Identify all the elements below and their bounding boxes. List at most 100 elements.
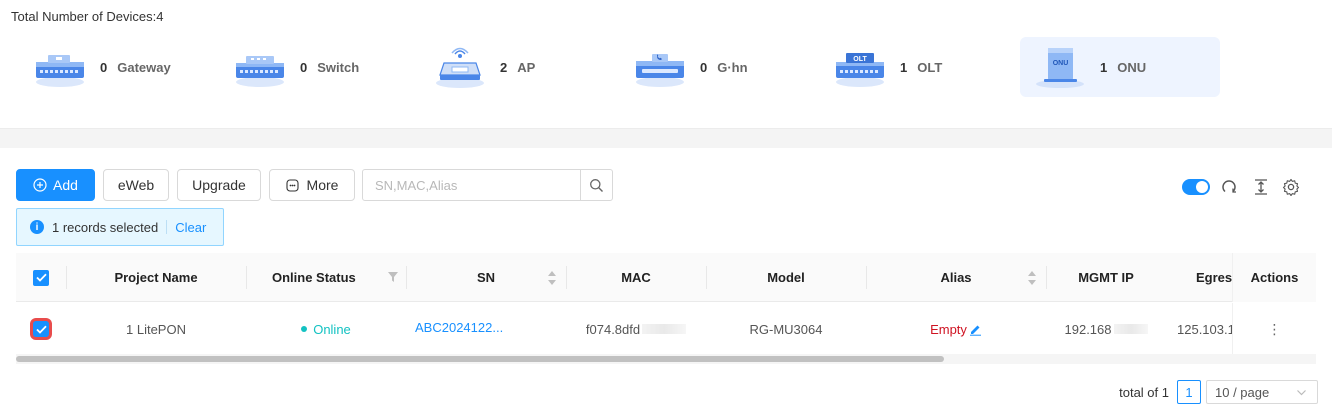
horizontal-scrollbar[interactable] bbox=[16, 354, 1316, 364]
col-alias-label: Alias bbox=[940, 270, 972, 285]
pagination-total: total of 1 bbox=[1119, 384, 1169, 400]
cell-sn-link[interactable]: ABC2024122... bbox=[406, 303, 566, 355]
upgrade-button-label: Upgrade bbox=[192, 177, 246, 193]
edit-pencil-icon[interactable] bbox=[969, 323, 982, 336]
cell-mgmt-ip: 192.168 bbox=[1046, 303, 1166, 355]
chevron-down-icon bbox=[1296, 386, 1307, 401]
switch-label: Switch bbox=[317, 59, 360, 75]
mac-text: f074.8dfd bbox=[585, 321, 641, 337]
cell-mac: f074.8dfd bbox=[566, 303, 706, 355]
col-actions: Actions bbox=[1232, 253, 1316, 302]
device-summary-panel: Total Number of Devices:4 0 Gateway 0 Sw… bbox=[0, 0, 1332, 128]
online-status-dot bbox=[301, 326, 308, 332]
device-card-ghn[interactable]: 0 G·hn bbox=[620, 37, 820, 97]
sort-icon[interactable] bbox=[548, 270, 556, 286]
eweb-button[interactable]: eWeb bbox=[103, 169, 169, 201]
col-project-name: Project Name bbox=[114, 270, 198, 285]
device-card-gateway[interactable]: 0 Gateway bbox=[20, 37, 220, 97]
ghn-device-icon bbox=[632, 45, 692, 89]
gateway-count: 0 bbox=[100, 59, 108, 75]
switch-device-icon bbox=[232, 45, 292, 89]
col-egress: Egres bbox=[1196, 270, 1232, 285]
col-alias: Alias bbox=[866, 253, 1046, 302]
more-button[interactable]: More bbox=[269, 169, 355, 201]
total-devices-label: Total Number of Devices:4 bbox=[11, 9, 164, 24]
cell-egress: 125.103.1 bbox=[1177, 321, 1232, 337]
more-dots-icon bbox=[285, 178, 299, 192]
col-sn: SN bbox=[406, 253, 566, 302]
toolbar: Add eWeb Upgrade More SN,MAC,Alias bbox=[16, 169, 1316, 201]
pagination: total of 1 1 10 / page bbox=[1119, 380, 1318, 404]
selection-alert: i 1 records selected Clear bbox=[16, 208, 224, 246]
check-icon bbox=[35, 273, 47, 282]
sort-icon[interactable] bbox=[1028, 270, 1036, 286]
section-divider bbox=[0, 128, 1332, 148]
page-button-1[interactable]: 1 bbox=[1177, 380, 1201, 404]
col-mac: MAC bbox=[621, 270, 651, 285]
onu-count: 1 bbox=[1100, 59, 1108, 75]
col-online-status-label: Online Status bbox=[272, 270, 356, 285]
add-button[interactable]: Add bbox=[16, 169, 95, 201]
device-card-olt[interactable]: OLT 1 OLT bbox=[820, 37, 1020, 97]
alias-text: Empty bbox=[930, 321, 967, 337]
view-toggle-switch[interactable] bbox=[1182, 179, 1210, 195]
filter-icon[interactable] bbox=[388, 272, 398, 282]
onu-label: ONU bbox=[1117, 59, 1147, 75]
onu-device-icon: ONU bbox=[1032, 45, 1092, 89]
gateway-device-icon bbox=[32, 45, 92, 89]
add-button-label: Add bbox=[53, 177, 78, 193]
table-row[interactable]: 1 LitePON Online ABC2024122... f074.8dfd… bbox=[16, 303, 1316, 355]
selection-count-text: 1 records selected bbox=[52, 219, 159, 235]
table-tools bbox=[1182, 177, 1300, 197]
device-card-ap[interactable]: 2 AP bbox=[420, 37, 620, 97]
alert-divider bbox=[166, 220, 168, 234]
select-all-cell bbox=[16, 253, 66, 302]
olt-label: OLT bbox=[917, 59, 943, 75]
gateway-label: Gateway bbox=[117, 59, 171, 75]
page-size-select[interactable]: 10 / page bbox=[1206, 380, 1318, 404]
search-placeholder: SN,MAC,Alias bbox=[375, 178, 458, 193]
device-type-cards: 0 Gateway 0 Switch 2 AP 0 G·hn OLT 1 OLT… bbox=[20, 37, 1320, 97]
device-table: Project Name Online Status SN MAC Model … bbox=[16, 253, 1316, 363]
online-status-text: Online bbox=[313, 321, 351, 337]
info-icon: i bbox=[30, 220, 44, 234]
ghn-label: G·hn bbox=[717, 59, 748, 75]
olt-device-icon: OLT bbox=[832, 45, 892, 89]
device-card-onu[interactable]: ONU 1 ONU bbox=[1020, 37, 1220, 97]
more-button-label: More bbox=[306, 177, 339, 193]
onu-device-label: ONU bbox=[1053, 60, 1069, 67]
ap-label: AP bbox=[517, 59, 536, 75]
olt-device-label: OLT bbox=[853, 56, 867, 63]
ghn-count: 0 bbox=[700, 59, 708, 75]
upgrade-button[interactable]: Upgrade bbox=[177, 169, 261, 201]
cell-online-status: Online bbox=[246, 303, 406, 355]
col-model: Model bbox=[767, 270, 805, 285]
col-mgmt-ip: MGMT IP bbox=[1078, 270, 1134, 285]
search-button[interactable] bbox=[580, 170, 612, 200]
scrollbar-thumb[interactable] bbox=[16, 356, 944, 362]
mgmt-ip-text: 192.168 bbox=[1064, 321, 1112, 337]
table-header: Project Name Online Status SN MAC Model … bbox=[16, 253, 1316, 302]
col-online-status: Online Status bbox=[246, 253, 406, 302]
eweb-button-label: eWeb bbox=[117, 177, 155, 193]
cell-model: RG-MU3064 bbox=[749, 321, 823, 337]
ap-device-icon bbox=[432, 45, 492, 89]
device-card-switch[interactable]: 0 Switch bbox=[220, 37, 420, 97]
refresh-icon[interactable] bbox=[1220, 178, 1238, 196]
row-select-cell bbox=[16, 303, 66, 355]
settings-gear-icon[interactable] bbox=[1282, 178, 1300, 196]
select-all-checkbox[interactable] bbox=[33, 269, 49, 286]
more-actions-icon[interactable]: ⋮ bbox=[1232, 303, 1316, 355]
redacted-mask bbox=[642, 324, 687, 334]
column-height-icon[interactable] bbox=[1252, 178, 1270, 196]
search-icon bbox=[589, 178, 604, 193]
check-icon bbox=[35, 325, 47, 334]
ap-count: 2 bbox=[500, 59, 508, 75]
row-checkbox[interactable] bbox=[33, 321, 49, 337]
switch-count: 0 bbox=[300, 59, 308, 75]
clear-selection-link[interactable]: Clear bbox=[175, 220, 206, 235]
col-sn-label: SN bbox=[476, 270, 496, 285]
cell-alias: Empty bbox=[866, 303, 1046, 355]
redacted-mask bbox=[1113, 324, 1148, 334]
search-input[interactable]: SN,MAC,Alias bbox=[362, 169, 613, 201]
